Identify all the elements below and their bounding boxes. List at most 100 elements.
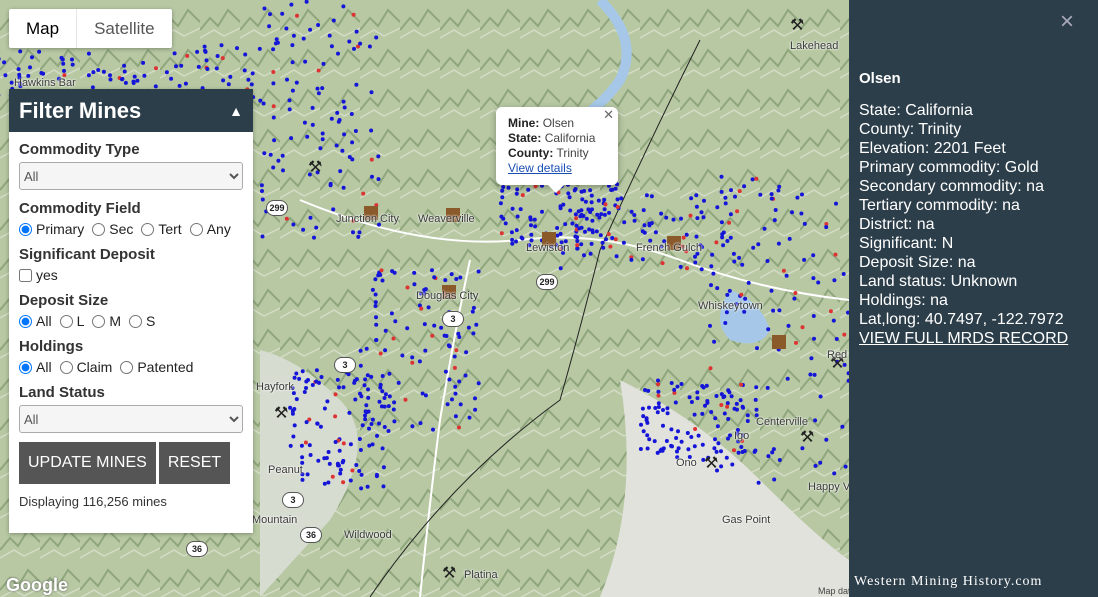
mine-dot[interactable] bbox=[652, 439, 657, 444]
mine-dot[interactable] bbox=[644, 193, 649, 198]
mine-dot[interactable] bbox=[719, 392, 724, 397]
mine-dot[interactable] bbox=[777, 308, 782, 313]
mine-dot[interactable] bbox=[246, 77, 251, 82]
mine-dot[interactable] bbox=[172, 51, 177, 56]
mine-dot[interactable] bbox=[776, 188, 781, 193]
mine-dot[interactable] bbox=[141, 60, 146, 65]
mine-dot[interactable] bbox=[347, 39, 352, 44]
mine-dot[interactable] bbox=[811, 253, 816, 258]
mine-dot[interactable] bbox=[297, 376, 302, 381]
mine-dot[interactable] bbox=[369, 422, 374, 426]
mine-dot[interactable] bbox=[699, 210, 704, 215]
mine-dot[interactable] bbox=[432, 323, 437, 328]
mine-dot[interactable] bbox=[262, 151, 267, 156]
mine-dot[interactable] bbox=[510, 241, 515, 246]
mine-dot[interactable] bbox=[802, 221, 807, 226]
mine-dot[interactable] bbox=[679, 382, 684, 386]
mine-dot[interactable] bbox=[316, 68, 321, 73]
mine-icon[interactable] bbox=[772, 335, 786, 349]
mine-dot[interactable] bbox=[500, 188, 505, 193]
mine-dot[interactable] bbox=[183, 81, 188, 86]
mine-dot[interactable] bbox=[503, 221, 508, 226]
mine-dot[interactable] bbox=[515, 214, 520, 219]
mine-dot[interactable] bbox=[96, 68, 101, 72]
mine-dot[interactable] bbox=[639, 422, 643, 427]
mine-dot[interactable] bbox=[656, 378, 660, 383]
mine-dot[interactable] bbox=[374, 315, 378, 320]
mine-dot[interactable] bbox=[271, 81, 276, 86]
mine-dot[interactable] bbox=[514, 239, 518, 244]
mine-dot[interactable] bbox=[645, 433, 650, 438]
mine-dot[interactable] bbox=[452, 365, 457, 370]
mine-dot[interactable] bbox=[532, 217, 537, 222]
mine-dot[interactable] bbox=[725, 404, 730, 409]
mine-dot[interactable] bbox=[376, 154, 381, 159]
mine-dot[interactable] bbox=[723, 201, 728, 206]
mine-dot[interactable] bbox=[275, 40, 280, 45]
mine-dot[interactable] bbox=[307, 443, 312, 448]
mine-dot[interactable] bbox=[380, 446, 385, 451]
mine-dot[interactable] bbox=[301, 227, 306, 232]
mine-dot[interactable] bbox=[354, 377, 359, 382]
mine-dot[interactable] bbox=[333, 392, 338, 397]
mine-dot[interactable] bbox=[841, 272, 846, 276]
mine-dot[interactable] bbox=[347, 410, 352, 415]
mine-dot[interactable] bbox=[800, 325, 805, 330]
mine-dot[interactable] bbox=[476, 269, 481, 274]
mine-dot[interactable] bbox=[203, 48, 207, 53]
mine-dot[interactable] bbox=[679, 216, 683, 221]
mine-dot[interactable] bbox=[70, 57, 74, 62]
mine-dot[interactable] bbox=[348, 478, 353, 483]
mine-dot[interactable] bbox=[602, 212, 607, 217]
mine-dot[interactable] bbox=[291, 434, 296, 439]
mine-dot[interactable] bbox=[729, 188, 733, 193]
mine-dot[interactable] bbox=[322, 481, 327, 486]
mine-dot[interactable] bbox=[342, 105, 347, 110]
mine-dot[interactable] bbox=[258, 98, 263, 103]
mine-dot[interactable] bbox=[594, 229, 599, 234]
mine-dot[interactable] bbox=[370, 287, 375, 292]
mine-dot[interactable] bbox=[367, 44, 372, 49]
mine-dot[interactable] bbox=[16, 67, 21, 72]
mine-dot[interactable] bbox=[378, 351, 383, 356]
mine-dot[interactable] bbox=[367, 443, 372, 448]
mine-dot[interactable] bbox=[533, 184, 538, 189]
mine-dot[interactable] bbox=[586, 207, 591, 212]
mine-dot[interactable] bbox=[242, 68, 247, 73]
mine-dot[interactable] bbox=[833, 252, 838, 257]
mine-dot[interactable] bbox=[642, 230, 647, 235]
mine-dot[interactable] bbox=[694, 234, 699, 239]
mine-dot[interactable] bbox=[285, 77, 289, 82]
mine-dot[interactable] bbox=[647, 437, 652, 442]
mine-dot[interactable] bbox=[259, 183, 264, 188]
mine-dot[interactable] bbox=[818, 460, 823, 465]
mine-dot[interactable] bbox=[599, 212, 604, 217]
mine-dot[interactable] bbox=[754, 385, 759, 390]
mine-dot[interactable] bbox=[396, 380, 401, 385]
mine-dot[interactable] bbox=[349, 112, 354, 116]
mine-dot[interactable] bbox=[359, 486, 364, 491]
mine-dot[interactable] bbox=[457, 425, 461, 430]
mine-dot[interactable] bbox=[331, 207, 336, 212]
mine-dot[interactable] bbox=[588, 251, 593, 256]
mine-dot[interactable] bbox=[325, 399, 330, 404]
mine-dot[interactable] bbox=[284, 216, 289, 221]
mine-dot[interactable] bbox=[688, 213, 693, 218]
mine-dot[interactable] bbox=[765, 259, 770, 263]
mine-dot[interactable] bbox=[711, 271, 716, 276]
mine-dot[interactable] bbox=[452, 354, 457, 359]
mine-dot[interactable] bbox=[338, 169, 343, 174]
mine-dot[interactable] bbox=[787, 236, 792, 241]
mine-dot[interactable] bbox=[322, 406, 327, 411]
filter-header[interactable]: Filter Mines ▲ bbox=[9, 89, 253, 132]
mine-dot[interactable] bbox=[271, 104, 276, 109]
mine-dot[interactable] bbox=[359, 394, 364, 399]
mine-dot[interactable] bbox=[700, 442, 705, 447]
mine-dot[interactable] bbox=[471, 331, 476, 336]
mine-dot[interactable] bbox=[694, 193, 699, 198]
mine-dot[interactable] bbox=[305, 134, 310, 139]
mine-dot[interactable] bbox=[799, 211, 804, 216]
mine-dot[interactable] bbox=[696, 433, 701, 438]
radio-holdings-all[interactable]: All bbox=[19, 359, 52, 375]
mine-dot[interactable] bbox=[555, 226, 560, 230]
